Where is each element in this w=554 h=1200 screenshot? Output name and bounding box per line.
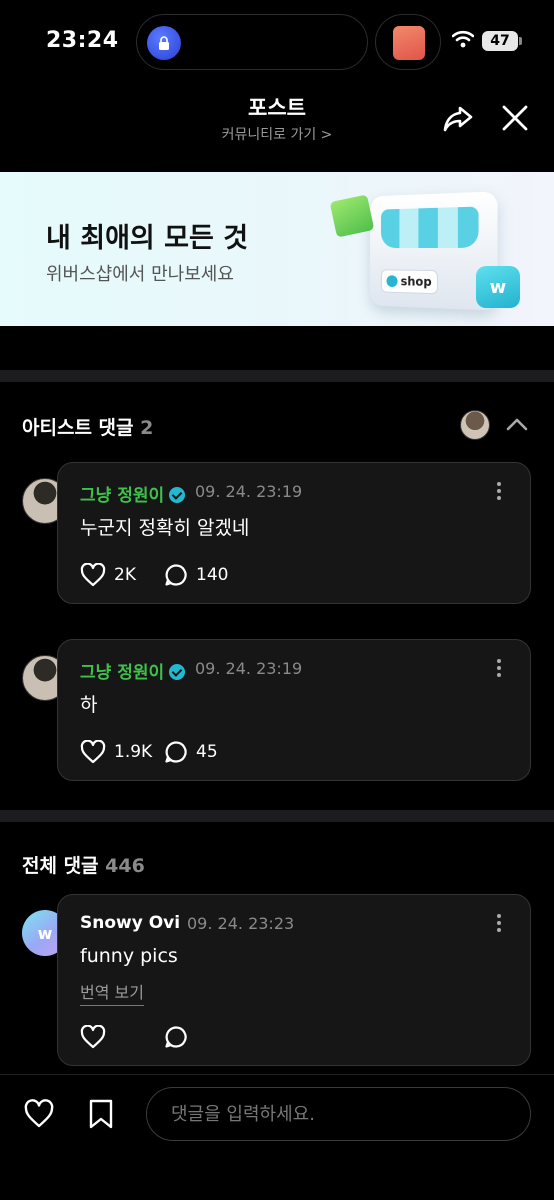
- comment-text: funny pics: [80, 945, 178, 967]
- like-button[interactable]: 2K: [80, 563, 136, 587]
- share-icon[interactable]: [440, 100, 476, 136]
- reply-button[interactable]: [164, 1025, 188, 1049]
- translate-link[interactable]: 번역 보기: [80, 979, 144, 1006]
- more-vertical-icon[interactable]: [494, 913, 504, 933]
- battery-indicator: 47: [482, 31, 518, 51]
- comment-bubble: 그냥 정원이 09. 24. 23:19 누군지 정확히 알겠네 2K 140: [57, 462, 531, 604]
- banner-title: 내 최애의 모든 것: [46, 223, 249, 254]
- heart-icon: [80, 1025, 106, 1049]
- shop-logo-icon: [386, 275, 398, 288]
- more-vertical-icon[interactable]: [494, 481, 504, 501]
- shop-label: shop: [380, 269, 438, 295]
- dynamic-island: [136, 14, 368, 70]
- artist-comments-count: 2: [140, 417, 154, 439]
- comment-bubble: Snowy Ovi 09. 24. 23:23 funny pics 번역 보기: [57, 894, 531, 1066]
- close-icon[interactable]: [498, 101, 532, 135]
- section-divider: [0, 370, 554, 382]
- comment-time: 09. 24. 23:19: [195, 482, 303, 501]
- comment-author[interactable]: Snowy Ovi: [80, 913, 180, 933]
- chevron-up-icon[interactable]: [504, 414, 530, 434]
- verified-badge-icon: [169, 487, 186, 503]
- comment-time: 09. 24. 23:19: [195, 659, 303, 678]
- artist-comments-heading: 아티스트 댓글 2: [22, 413, 153, 440]
- artist-avatar-mini: [460, 410, 490, 440]
- more-vertical-icon[interactable]: [494, 658, 504, 678]
- comment-input[interactable]: [146, 1087, 531, 1141]
- author-name: 그냥 정원이: [80, 663, 165, 683]
- all-comments-count: 446: [105, 855, 145, 877]
- comment-text: 누군지 정확히 알겠네: [80, 517, 250, 539]
- weverse-shop-banner[interactable]: 내 최애의 모든 것 위버스샵에서 만나보세요 shop: [0, 172, 554, 326]
- shop-label-text: shop: [400, 274, 432, 290]
- post-header: 포스트 커뮤니티로 가기 >: [0, 84, 554, 168]
- reply-count: 45: [196, 742, 218, 762]
- comment-time: 09. 24. 23:23: [187, 914, 295, 933]
- comment-bubble-icon: [165, 564, 187, 586]
- status-bar: 23:24 47: [0, 0, 554, 84]
- wifi-icon: [452, 30, 474, 48]
- like-count: 2K: [114, 565, 136, 585]
- lock-icon: [147, 26, 181, 60]
- reply-button[interactable]: 45: [164, 740, 218, 764]
- comment-bubble-icon: [165, 741, 187, 763]
- banner-subtitle: 위버스샵에서 만나보세요: [46, 264, 234, 285]
- all-comments-title: 전체 댓글: [22, 855, 99, 877]
- verified-badge-icon: [169, 664, 186, 680]
- status-time: 23:24: [46, 28, 119, 53]
- like-count: 1.9K: [114, 742, 153, 762]
- bottom-action-bar: [0, 1074, 554, 1200]
- album-thumbnail: [393, 26, 425, 60]
- battery-nub: [519, 37, 522, 45]
- like-button[interactable]: [80, 1025, 106, 1049]
- like-button[interactable]: 1.9K: [80, 740, 152, 764]
- author-name: 그냥 정원이: [80, 486, 165, 506]
- heart-icon[interactable]: [24, 1099, 54, 1129]
- heart-icon: [80, 740, 106, 764]
- reply-button[interactable]: 140: [164, 563, 228, 587]
- gift-icon: [329, 194, 375, 238]
- heart-icon: [80, 563, 106, 587]
- now-playing-island: [375, 14, 441, 70]
- comment-text: 하: [80, 694, 98, 716]
- all-comments-heading: 전체 댓글 446: [22, 851, 145, 878]
- comment-author[interactable]: 그냥 정원이: [80, 658, 186, 683]
- artist-comments-title: 아티스트 댓글: [22, 417, 134, 439]
- shopping-bag-icon: w: [476, 266, 520, 308]
- reply-count: 140: [196, 565, 229, 585]
- section-divider: [0, 810, 554, 822]
- shop-awning: [380, 206, 479, 249]
- comment-bubble: 그냥 정원이 09. 24. 23:19 하 1.9K 45: [57, 639, 531, 781]
- comment-bubble-icon: [165, 1026, 187, 1048]
- comment-author[interactable]: 그냥 정원이: [80, 481, 186, 506]
- bookmark-icon[interactable]: [88, 1099, 114, 1129]
